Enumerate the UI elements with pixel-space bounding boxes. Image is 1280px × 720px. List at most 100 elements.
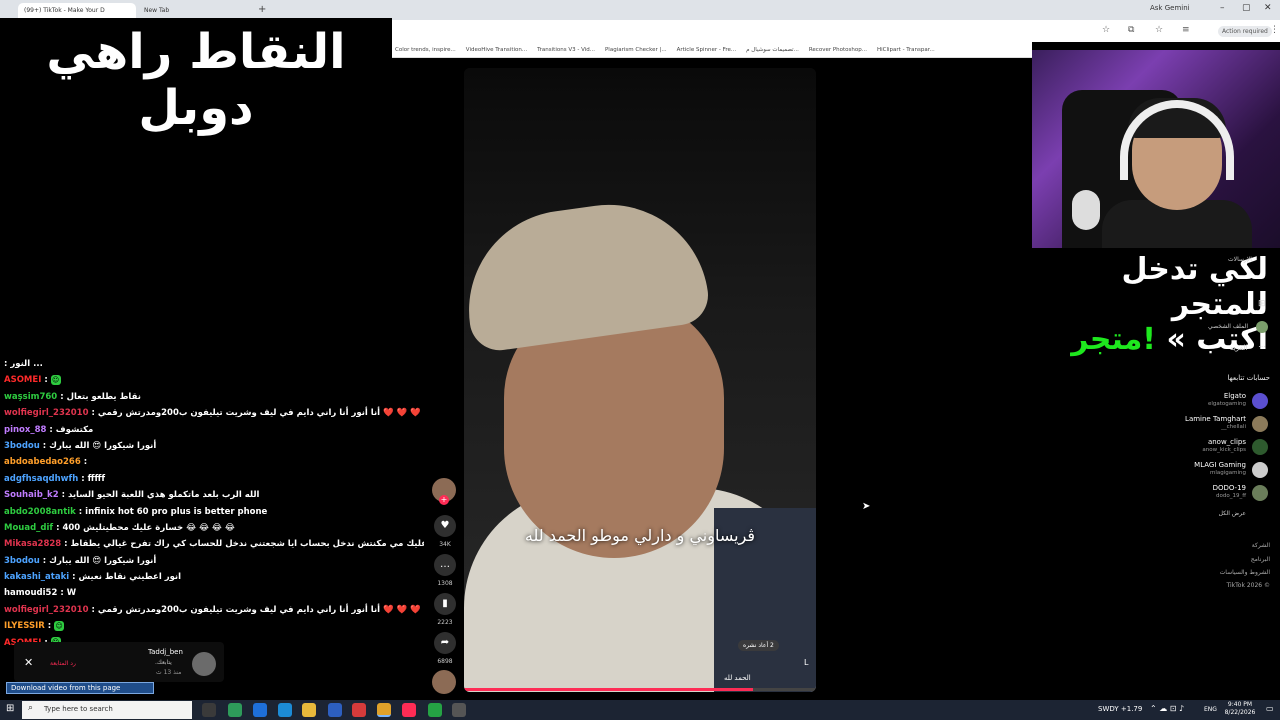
minimize-icon[interactable]: –: [1220, 3, 1225, 13]
taskbar-clock[interactable]: 9:40 PM 8/22/2026: [1222, 701, 1258, 717]
bookmark-item[interactable]: Transitions V3 - Vid...: [537, 47, 595, 53]
upload-icon[interactable]: ⊞: [1258, 299, 1266, 309]
chat-message: 3bodou : أنورا شيكورا 😍 الله يبارك: [4, 553, 424, 569]
following-accounts-title: حسابات تتابعها: [1227, 374, 1270, 382]
video-player[interactable]: ڨريساوني و دارلي موطو الحمد لله 2 أعاد ن…: [464, 68, 816, 692]
app-icon[interactable]: [228, 703, 242, 717]
bookmark-item[interactable]: Recover Photoshop...: [809, 47, 867, 53]
avatar: [1252, 462, 1268, 478]
chat-username[interactable]: hamoudi52: [4, 588, 57, 598]
avatar[interactable]: [192, 652, 216, 676]
follow-back-link[interactable]: رد المتابعة: [50, 660, 76, 667]
chat-username[interactable]: 3bodou: [4, 556, 40, 566]
chat-username[interactable]: ILYESSIR: [4, 621, 45, 631]
repost-chip[interactable]: 2 أعاد نشره: [738, 640, 779, 651]
chat-username[interactable]: abdoabedao266: [4, 457, 81, 467]
comment-button[interactable]: …: [434, 554, 456, 576]
language-indicator[interactable]: ENG: [1204, 706, 1217, 713]
chat-username[interactable]: ASOMEI: [4, 375, 41, 385]
chat-text: ديما تتفرج عليك مي مكنتش ندخل بحساب ايا …: [70, 539, 424, 550]
chat-username[interactable]: adgfhsaqdhwfh: [4, 474, 78, 484]
address-bar[interactable]: [392, 20, 1280, 42]
whatsapp-icon[interactable]: [428, 703, 442, 717]
app-icon[interactable]: [352, 703, 366, 717]
new-tab-button[interactable]: +: [258, 4, 266, 15]
kebab-menu-icon[interactable]: ⋮: [1270, 25, 1279, 35]
task-view-icon[interactable]: [202, 703, 216, 717]
bookmark-item[interactable]: Article Spinner - Fre...: [677, 47, 737, 53]
bookmark-item[interactable]: Plagiarism Checker |...: [605, 47, 667, 53]
bookmark-icon[interactable]: ☆: [1155, 25, 1163, 35]
save-button[interactable]: ▮: [434, 593, 456, 615]
chat-separator: :: [78, 473, 88, 484]
ask-gemini-button[interactable]: Ask Gemini: [1150, 4, 1190, 12]
close-icon[interactable]: ✕: [1264, 3, 1272, 13]
bookmark-item[interactable]: Color trends, inspire...: [395, 47, 456, 53]
download-video-bar[interactable]: Download video from this page: [6, 682, 154, 694]
chat-message: adgfhsaqdhwfh : fffff: [4, 471, 424, 487]
account-handle: mlagigaming: [1210, 470, 1246, 476]
star-icon[interactable]: ☆: [1102, 25, 1110, 35]
sidebar-profile[interactable]: الملف الشخصي: [1208, 323, 1248, 330]
tab-strip-right: [392, 0, 1280, 20]
see-all-link[interactable]: عرض الكل: [1210, 510, 1246, 517]
menu-list-icon[interactable]: ≡: [1182, 25, 1190, 35]
extension-icon[interactable]: ⧉: [1128, 25, 1134, 35]
heart-icon: ♥: [440, 520, 450, 531]
chat-username[interactable]: wolfiegirl_232010: [4, 408, 89, 418]
chat-username[interactable]: kakashi_ataki: [4, 572, 69, 582]
avatar[interactable]: [1256, 321, 1268, 333]
edge-icon[interactable]: [278, 703, 292, 717]
chat-message: Souhaib_k2 : الله الرب بلعد ماتكملو هذي …: [4, 487, 424, 503]
chat-username[interactable]: Mikasa2828: [4, 539, 61, 549]
sound-avatar[interactable]: [432, 670, 456, 694]
chrome-icon[interactable]: [377, 703, 391, 717]
windows-start-icon[interactable]: ⊞: [6, 703, 14, 714]
following-account[interactable]: anow_clips anow_kick_clips: [1160, 438, 1270, 460]
footer-link[interactable]: البرنامج: [1200, 556, 1270, 563]
bookmark-item[interactable]: تصميمات سوشيال م...: [746, 47, 799, 53]
following-account[interactable]: MLAGI Gaming mlagigaming: [1160, 461, 1270, 483]
following-account[interactable]: Elgato elgatogaming: [1160, 392, 1270, 414]
tiktok-icon[interactable]: [402, 703, 416, 717]
following-account[interactable]: DODO-19 dodo_19_ff: [1160, 484, 1270, 506]
action-required-badge[interactable]: Action required: [1218, 26, 1272, 37]
sidebar-messages[interactable]: الإرسالات: [1228, 256, 1252, 263]
taskbar-search-input[interactable]: Type here to search: [22, 701, 192, 719]
file-explorer-icon[interactable]: [302, 703, 316, 717]
footer-link[interactable]: الشركة: [1200, 542, 1270, 549]
app-icon[interactable]: [253, 703, 267, 717]
chat-message: Mikasa2828 : ديما تتفرج عليك مي مكنتش ند…: [4, 536, 424, 552]
tray-weather[interactable]: SWDY +1.79: [1098, 705, 1142, 713]
comment-icon: …: [440, 559, 450, 570]
search-icon: ⌕: [28, 703, 34, 713]
chat-username[interactable]: abdo2008antik: [4, 507, 76, 517]
video-progress-bar[interactable]: [464, 688, 816, 691]
maximize-icon[interactable]: ▢: [1242, 3, 1251, 13]
account-handle: __chellali: [1221, 424, 1246, 430]
chat-username[interactable]: Mouad_dif: [4, 523, 53, 533]
notification-icon[interactable]: ▭: [1266, 704, 1274, 713]
chat-username[interactable]: wolfiegirl_232010: [4, 605, 89, 615]
bookmark-item[interactable]: VideoHive Transition...: [466, 47, 527, 53]
chat-text: 400 خسارة عليك محطيتليش 😂 😂 😂 😂: [62, 522, 235, 533]
chat-username[interactable]: pinox_88: [4, 425, 46, 435]
app-icon[interactable]: [452, 703, 466, 717]
chat-username[interactable]: 3bodou: [4, 441, 40, 451]
notification-text: يتابعك.: [155, 659, 172, 666]
close-icon[interactable]: ✕: [24, 656, 33, 669]
copyright: TikTok 2026 ©: [1226, 582, 1271, 589]
more-icon[interactable]: ⋯: [1258, 342, 1266, 351]
footer-link[interactable]: الشروط والسياسات: [1200, 569, 1270, 576]
sidebar-more[interactable]: المزيد: [1230, 344, 1248, 352]
app-icon[interactable]: [328, 703, 342, 717]
following-account[interactable]: Lamine Tamghart __chellali: [1160, 415, 1270, 437]
follow-button[interactable]: +: [439, 495, 449, 505]
chat-username[interactable]: waşsim760: [4, 392, 57, 402]
like-button[interactable]: ♥: [434, 515, 456, 537]
chat-message: pinox_88 : مكتشوف: [4, 422, 424, 438]
share-button[interactable]: ➦: [434, 632, 456, 654]
bookmark-item[interactable]: HiClipart - Transpar...: [877, 47, 935, 53]
chat-username[interactable]: Souhaib_k2: [4, 490, 59, 500]
tray-icons[interactable]: ⌃ ☁ ⊡ ♪: [1150, 704, 1184, 713]
